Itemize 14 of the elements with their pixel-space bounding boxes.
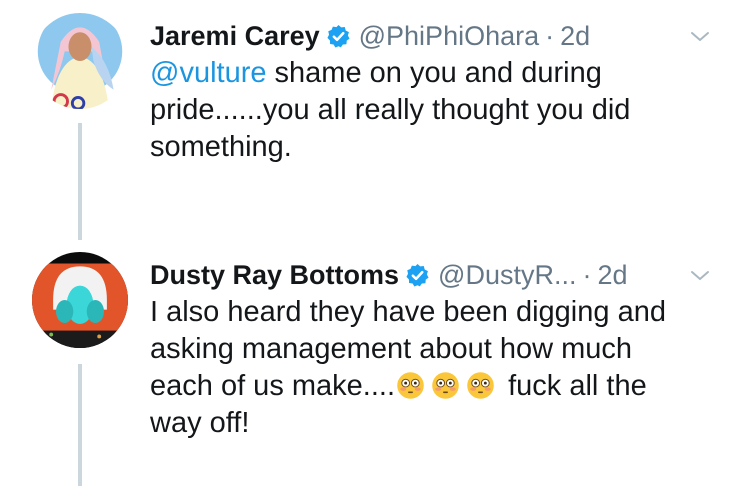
mention-link[interactable]: @vulture	[150, 57, 266, 89]
tweet-text: @vulture shame on you and during pride......you all really thought you did something.	[150, 56, 632, 165]
flushed-face-icon	[396, 371, 426, 400]
separator-dot: ·	[545, 20, 554, 52]
user-handle[interactable]: @DustyR...	[438, 260, 576, 290]
user-name[interactable]: Jaremi Carey	[150, 20, 320, 52]
user-handle[interactable]: @PhiPhiOhara	[358, 20, 540, 52]
separator-dot: ·	[582, 260, 592, 290]
user-name[interactable]: Dusty Ray Bottoms	[150, 260, 400, 290]
tweet-time[interactable]: 2d	[597, 260, 628, 290]
flushed-face-icon	[466, 371, 496, 400]
flushed-face-icon	[431, 371, 460, 400]
tweet-text: I also heard they have been digging and asking management about how much each of us make.... fuck all the way off!	[150, 295, 667, 441]
tweet-time[interactable]: 2d	[560, 20, 590, 52]
